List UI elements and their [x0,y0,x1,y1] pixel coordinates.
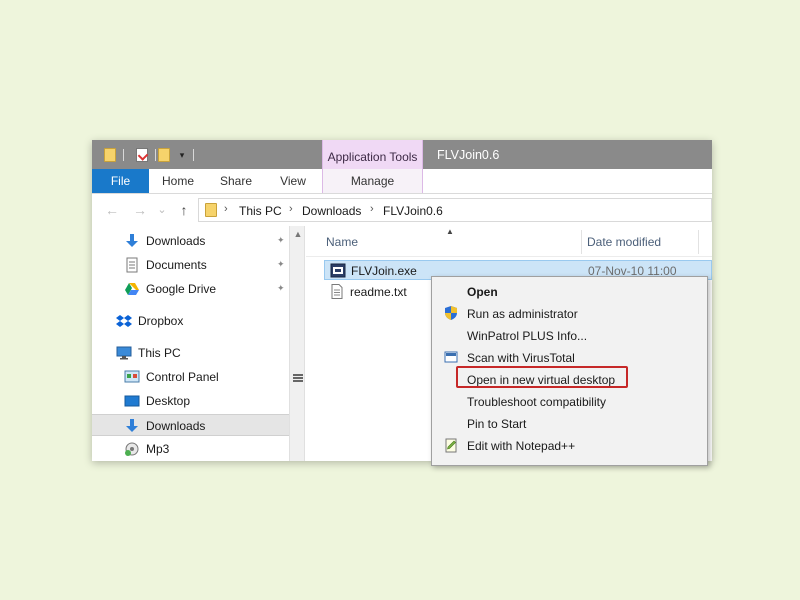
address-bar[interactable]: › This PC › Downloads › FLVJoin0.6 [198,198,712,222]
menu-item-run-as-administrator[interactable]: Run as administrator [434,302,705,324]
nav-pane-scrollbar[interactable]: ▲ [289,226,305,461]
nav-item-dropbox[interactable]: Dropbox [92,310,289,332]
menu-item-pin-to-start[interactable]: Pin to Start [434,412,705,434]
back-arrow-icon[interactable]: ← [104,202,120,218]
title-bar: ▾ Application Tools FLVJoin0.6 [92,140,712,171]
breadcrumb-this-pc[interactable]: This PC [239,204,282,218]
breadcrumb-separator: › [289,203,293,215]
menu-item-winpatrol-info[interactable]: WinPatrol PLUS Info... [434,324,705,346]
tab-home[interactable]: Home [152,169,204,193]
header-divider [306,256,712,257]
nav-item-downloads-quick[interactable]: Downloads ✦ [92,230,289,252]
properties-icon[interactable] [136,148,148,162]
application-tools-context-tab: Application Tools [322,140,423,171]
file-name: FLVJoin.exe [351,264,417,278]
google-drive-icon [125,283,139,295]
breadcrumb-separator: › [224,203,228,215]
qat-separator [123,149,124,161]
menu-item-label: Run as administrator [467,307,578,321]
qat-separator [155,149,156,161]
nav-item-label: This PC [138,346,181,360]
menu-item-label: Open in new virtual desktop [467,373,616,387]
nav-item-label: Downloads [146,234,206,248]
new-folder-icon[interactable] [158,148,170,162]
menu-item-troubleshoot-compatibility[interactable]: Troubleshoot compatibility [434,390,705,412]
tab-share[interactable]: Share [210,169,262,193]
pin-icon[interactable]: ✦ [277,283,285,293]
nav-item-mp3[interactable]: Mp3 [92,438,289,460]
nav-item-downloads[interactable]: Downloads [92,414,289,436]
control-panel-icon [124,370,140,383]
download-arrow-icon [126,419,138,432]
menu-item-label: Open [467,285,498,299]
nav-item-label: Downloads [146,419,206,433]
nav-item-label: Control Panel [146,370,219,384]
tab-file[interactable]: File [92,169,149,193]
computer-icon [116,346,132,360]
forward-arrow-icon[interactable]: → [132,202,148,218]
breadcrumb-flvjoin[interactable]: FLVJoin0.6 [383,204,443,218]
column-header-date-modified[interactable]: Date modified [587,233,661,255]
virustotal-icon [444,351,458,363]
notepad-plus-plus-icon [445,438,457,453]
document-icon [126,257,138,273]
tab-manage[interactable]: Manage [322,169,423,193]
exe-icon [330,263,346,278]
column-header-name[interactable]: Name [326,233,358,255]
customize-dropdown-icon[interactable]: ▾ [177,149,187,161]
menu-item-edit-notepad-plus-plus[interactable]: Edit with Notepad++ [434,434,705,456]
pin-icon[interactable]: ✦ [277,235,285,245]
column-separator[interactable] [581,230,582,254]
nav-item-label: Mp3 [146,442,170,456]
ribbon-tabs: File Home Share View Manage [92,169,712,194]
music-icon [125,442,139,456]
context-menu: Open Run as administrator WinPatrol PLUS… [431,276,708,466]
scroll-up-icon[interactable]: ▲ [293,230,303,239]
nav-item-control-panel[interactable]: Control Panel [92,366,289,388]
column-separator[interactable] [698,230,699,254]
menu-item-label: WinPatrol PLUS Info... [467,329,588,343]
window-title: FLVJoin0.6 [437,148,500,162]
nav-item-label: Google Drive [146,282,217,296]
navigation-pane: Downloads ✦ Documents ✦ Google Drive ✦ D… [92,226,289,461]
sort-ascending-icon: ▲ [446,227,454,236]
menu-item-open-virtual-desktop[interactable]: Open in new virtual desktop [434,368,705,390]
splitter-grip-icon[interactable] [293,374,303,382]
tab-view[interactable]: View [268,169,318,193]
folder-icon [205,203,217,217]
file-name: readme.txt [350,285,407,299]
nav-item-label: Documents [146,258,207,272]
download-arrow-icon [126,234,138,247]
breadcrumb-downloads[interactable]: Downloads [302,204,361,218]
navigation-bar: ← → ⌄ ↑ › This PC › Downloads › FLVJoin0… [92,194,712,226]
menu-item-scan-virustotal[interactable]: Scan with VirusTotal [434,346,705,368]
uac-shield-icon [445,306,457,320]
text-file-icon [331,284,343,299]
recent-locations-icon[interactable]: ⌄ [154,202,170,218]
menu-item-open[interactable]: Open [434,280,705,302]
menu-item-label: Scan with VirusTotal [467,351,575,365]
qat-separator [193,149,194,161]
application-tools-label: Application Tools [327,150,418,164]
nav-item-this-pc[interactable]: This PC [92,342,289,364]
desktop-icon [124,395,140,407]
breadcrumb-separator: › [370,203,374,215]
menu-item-label: Pin to Start [467,417,527,431]
folder-icon[interactable] [104,148,116,162]
nav-item-desktop[interactable]: Desktop [92,390,289,412]
dropbox-icon [116,315,132,327]
nav-item-documents[interactable]: Documents ✦ [92,254,289,276]
nav-item-google-drive[interactable]: Google Drive ✦ [92,278,289,300]
up-arrow-icon[interactable]: ↑ [176,202,192,218]
nav-item-label: Desktop [146,394,191,408]
pin-icon[interactable]: ✦ [277,259,285,269]
menu-item-label: Troubleshoot compatibility [467,395,606,409]
menu-item-label: Edit with Notepad++ [467,439,576,453]
nav-item-label: Dropbox [138,314,184,328]
